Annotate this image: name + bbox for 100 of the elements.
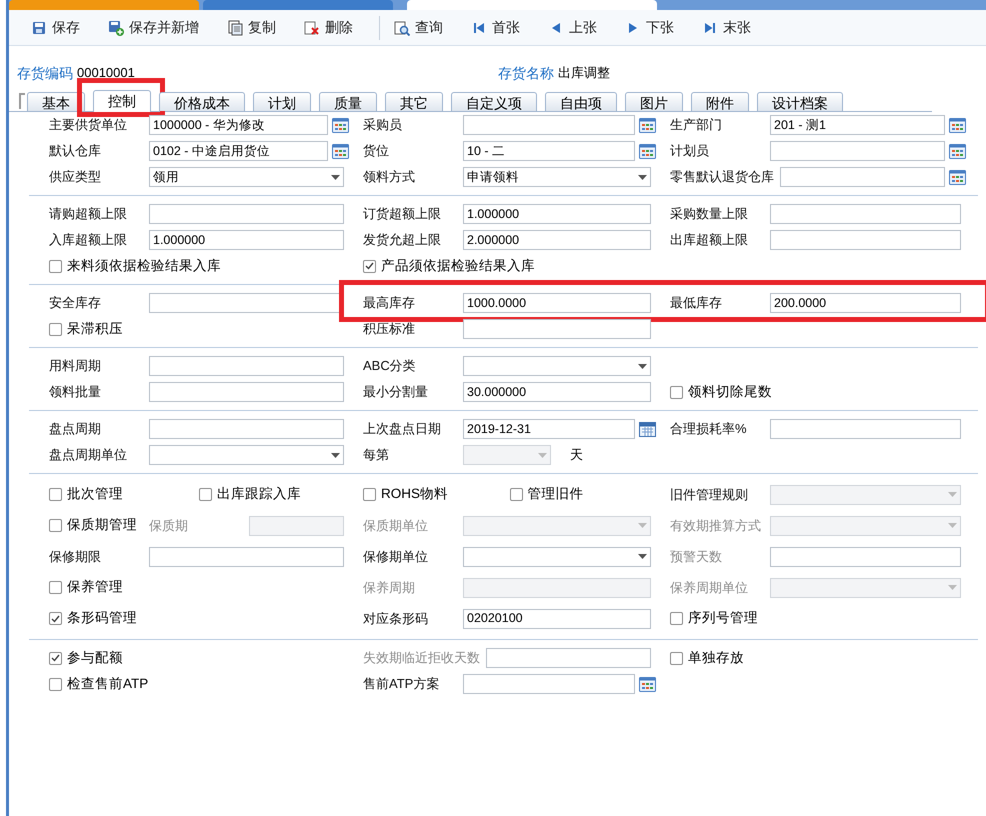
checkbox[interactable] [49, 678, 62, 690]
dropdown-field[interactable] [463, 546, 651, 566]
field-label: 失效期临近拒收天数 [363, 649, 481, 668]
tab[interactable]: 价格成本 [159, 92, 245, 111]
dropdown-arrow-icon[interactable] [638, 174, 647, 180]
field-label: 存货名称 [498, 64, 554, 83]
input-field[interactable] [780, 167, 945, 187]
input-field[interactable] [770, 230, 961, 250]
grid-icon[interactable] [949, 144, 966, 158]
toolbar-button[interactable]: 末张 [694, 14, 759, 42]
input-field[interactable] [149, 356, 344, 376]
input-field[interactable] [770, 204, 961, 224]
input-field[interactable] [770, 546, 961, 566]
field-label: 采购员 [363, 116, 403, 134]
date-field[interactable]: 2019-12-31 [463, 419, 635, 439]
checkbox[interactable] [670, 612, 683, 625]
input-field[interactable]: 200.0000 [770, 293, 961, 313]
input-field[interactable]: 2.000000 [463, 230, 651, 250]
field-label: 保养周期 [363, 578, 416, 597]
input-field[interactable] [463, 115, 635, 135]
toolbar-button[interactable]: 下张 [617, 14, 682, 42]
toolbar-button[interactable]: 上张 [540, 14, 605, 42]
grid-icon[interactable] [332, 144, 349, 158]
field-label: 订货超额上限 [363, 205, 442, 224]
field-label: 积压标准 [363, 320, 416, 338]
field-label: 保质期单位 [363, 516, 429, 535]
tab[interactable]: 质量 [319, 92, 377, 111]
input-field[interactable] [149, 204, 344, 224]
input-field[interactable] [463, 674, 635, 694]
checkbox[interactable] [49, 612, 62, 625]
toolbar-button[interactable]: 复制 [219, 14, 284, 42]
input-field[interactable] [149, 546, 344, 566]
field-label: 安全库存 [49, 294, 102, 312]
toolbar-button[interactable]: 首张 [463, 14, 528, 42]
input-field[interactable]: 10 - 二 [463, 141, 635, 161]
checkbox[interactable] [363, 260, 376, 272]
input-field[interactable]: 30.000000 [463, 382, 651, 402]
dropdown-arrow-icon[interactable] [638, 554, 647, 559]
toolbar-button[interactable]: 查询 [386, 14, 451, 42]
grid-icon[interactable] [639, 144, 656, 158]
field-label: 有效期推算方式 [670, 516, 762, 535]
input-field[interactable] [463, 319, 651, 339]
input-field[interactable] [770, 141, 945, 161]
tab[interactable]: 自定义项 [451, 92, 537, 111]
top-tab[interactable] [9, 0, 199, 10]
tab[interactable]: 图片 [625, 92, 683, 111]
tab[interactable]: 控制 [93, 90, 151, 112]
dropdown-arrow-icon[interactable] [331, 452, 340, 458]
checkbox-label: 出库跟踪入库 [217, 485, 301, 504]
checkbox[interactable] [49, 652, 62, 664]
dropdown-arrow-icon[interactable] [638, 364, 647, 368]
checkbox[interactable] [199, 488, 212, 501]
dropdown-field[interactable] [149, 445, 344, 465]
dropdown-field[interactable]: 申请领料 [463, 167, 651, 187]
tab[interactable]: 基本 [27, 92, 85, 111]
toolbar-button[interactable]: 删除 [296, 14, 361, 42]
top-tab[interactable] [407, 0, 657, 10]
checkbox[interactable] [363, 488, 376, 501]
input-field[interactable]: 02020100 [463, 608, 651, 628]
grid-icon[interactable] [639, 676, 656, 692]
dropdown-arrow-icon[interactable] [331, 174, 340, 180]
grid-icon[interactable] [332, 118, 349, 132]
checkbox[interactable] [49, 260, 62, 272]
tab[interactable]: 其它 [385, 92, 443, 111]
checkbox[interactable] [49, 581, 62, 594]
input-field[interactable]: 1.000000 [149, 230, 344, 250]
dropdown-field[interactable] [463, 356, 651, 376]
toolbar-button[interactable]: 保存 [23, 14, 88, 42]
field-label: 最高库存 [363, 294, 416, 312]
grid-icon[interactable] [949, 170, 966, 184]
input-field[interactable]: 1.000000 [463, 204, 651, 224]
field-label: 主要供货单位 [49, 116, 128, 134]
input-field[interactable]: 1000.0000 [463, 293, 651, 313]
calendar-icon[interactable] [639, 421, 656, 437]
field-label: 旧件管理规则 [670, 486, 749, 504]
dropdown-field[interactable]: 领用 [149, 167, 344, 187]
checkbox[interactable] [510, 488, 522, 501]
tab[interactable]: 附件 [691, 92, 749, 111]
checkbox[interactable] [670, 652, 683, 664]
input-field[interactable] [149, 419, 344, 439]
checkbox[interactable] [49, 488, 62, 501]
grid-icon[interactable] [639, 118, 656, 132]
checkbox[interactable] [49, 519, 62, 532]
field-value: 出库调整 [558, 64, 610, 82]
tab[interactable]: 设计档案 [757, 92, 843, 111]
tab[interactable]: 自由项 [545, 92, 617, 111]
input-field[interactable]: 201 - 测1 [770, 115, 945, 135]
field-label: 保修期单位 [363, 548, 429, 566]
input-field[interactable] [149, 382, 344, 402]
checkbox[interactable] [670, 386, 683, 398]
input-field[interactable]: 1000000 - 华为修改 [149, 115, 328, 135]
grid-icon[interactable] [949, 118, 966, 132]
input-field[interactable]: 0102 - 中途启用货位 [149, 141, 328, 161]
input-field[interactable] [770, 419, 961, 439]
tab[interactable]: 计划 [253, 92, 311, 111]
checkbox[interactable] [49, 322, 62, 336]
input-field[interactable] [486, 648, 651, 668]
top-tab[interactable] [203, 0, 393, 10]
field-label: 领料方式 [363, 168, 416, 186]
toolbar-button[interactable]: 保存并新增 [100, 14, 207, 42]
